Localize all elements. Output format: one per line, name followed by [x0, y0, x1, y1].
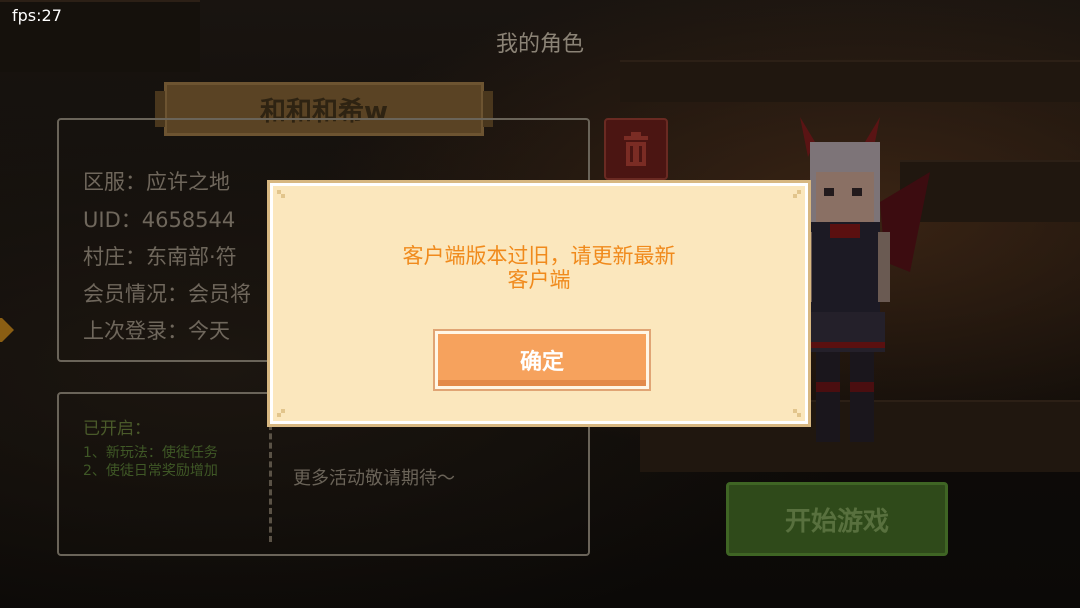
fps-counter: fps:27: [12, 6, 62, 25]
activity-item: 2、使徒日常奖励增加: [83, 463, 218, 479]
dialog-message: 客户端版本过旧，请更新最新 客户端: [273, 244, 805, 292]
start-game-button[interactable]: 开始游戏: [726, 482, 948, 556]
update-dialog: 客户端版本过旧，请更新最新 客户端 确定: [267, 180, 811, 427]
dialog-message-line: 客户端: [507, 268, 571, 292]
activities-title: 已开启：: [83, 419, 151, 439]
start-game-label: 开始游戏: [784, 506, 889, 537]
village-info: 村庄：东南部·符: [83, 245, 237, 269]
more-activities-text: 更多活动敬请期待～: [293, 468, 455, 489]
corner-ornament-icon: [277, 190, 285, 198]
arrow-left-icon: [0, 318, 14, 342]
page-title: 我的角色: [495, 32, 584, 57]
membership-info: 会员情况：会员将: [83, 282, 251, 306]
delete-character-button[interactable]: [604, 118, 668, 180]
confirm-button[interactable]: 确定: [433, 329, 651, 391]
dialog-message-line: 客户端版本过旧，请更新最新: [402, 244, 676, 268]
trash-icon: [624, 132, 648, 166]
corner-ornament-icon: [793, 190, 801, 198]
confirm-label: 确定: [519, 350, 564, 375]
corner-ornament-icon: [277, 409, 285, 417]
activities-divider: [269, 424, 272, 542]
uid-info: UID：4658544: [83, 208, 236, 232]
activity-item: 1、新玩法：使徒任务: [83, 445, 218, 461]
last-login-info: 上次登录：今天: [83, 319, 230, 343]
background-shelf: [620, 60, 1080, 102]
corner-ornament-icon: [793, 409, 801, 417]
server-info: 区服：应许之地: [83, 170, 230, 194]
previous-character-arrow[interactable]: [0, 312, 18, 348]
